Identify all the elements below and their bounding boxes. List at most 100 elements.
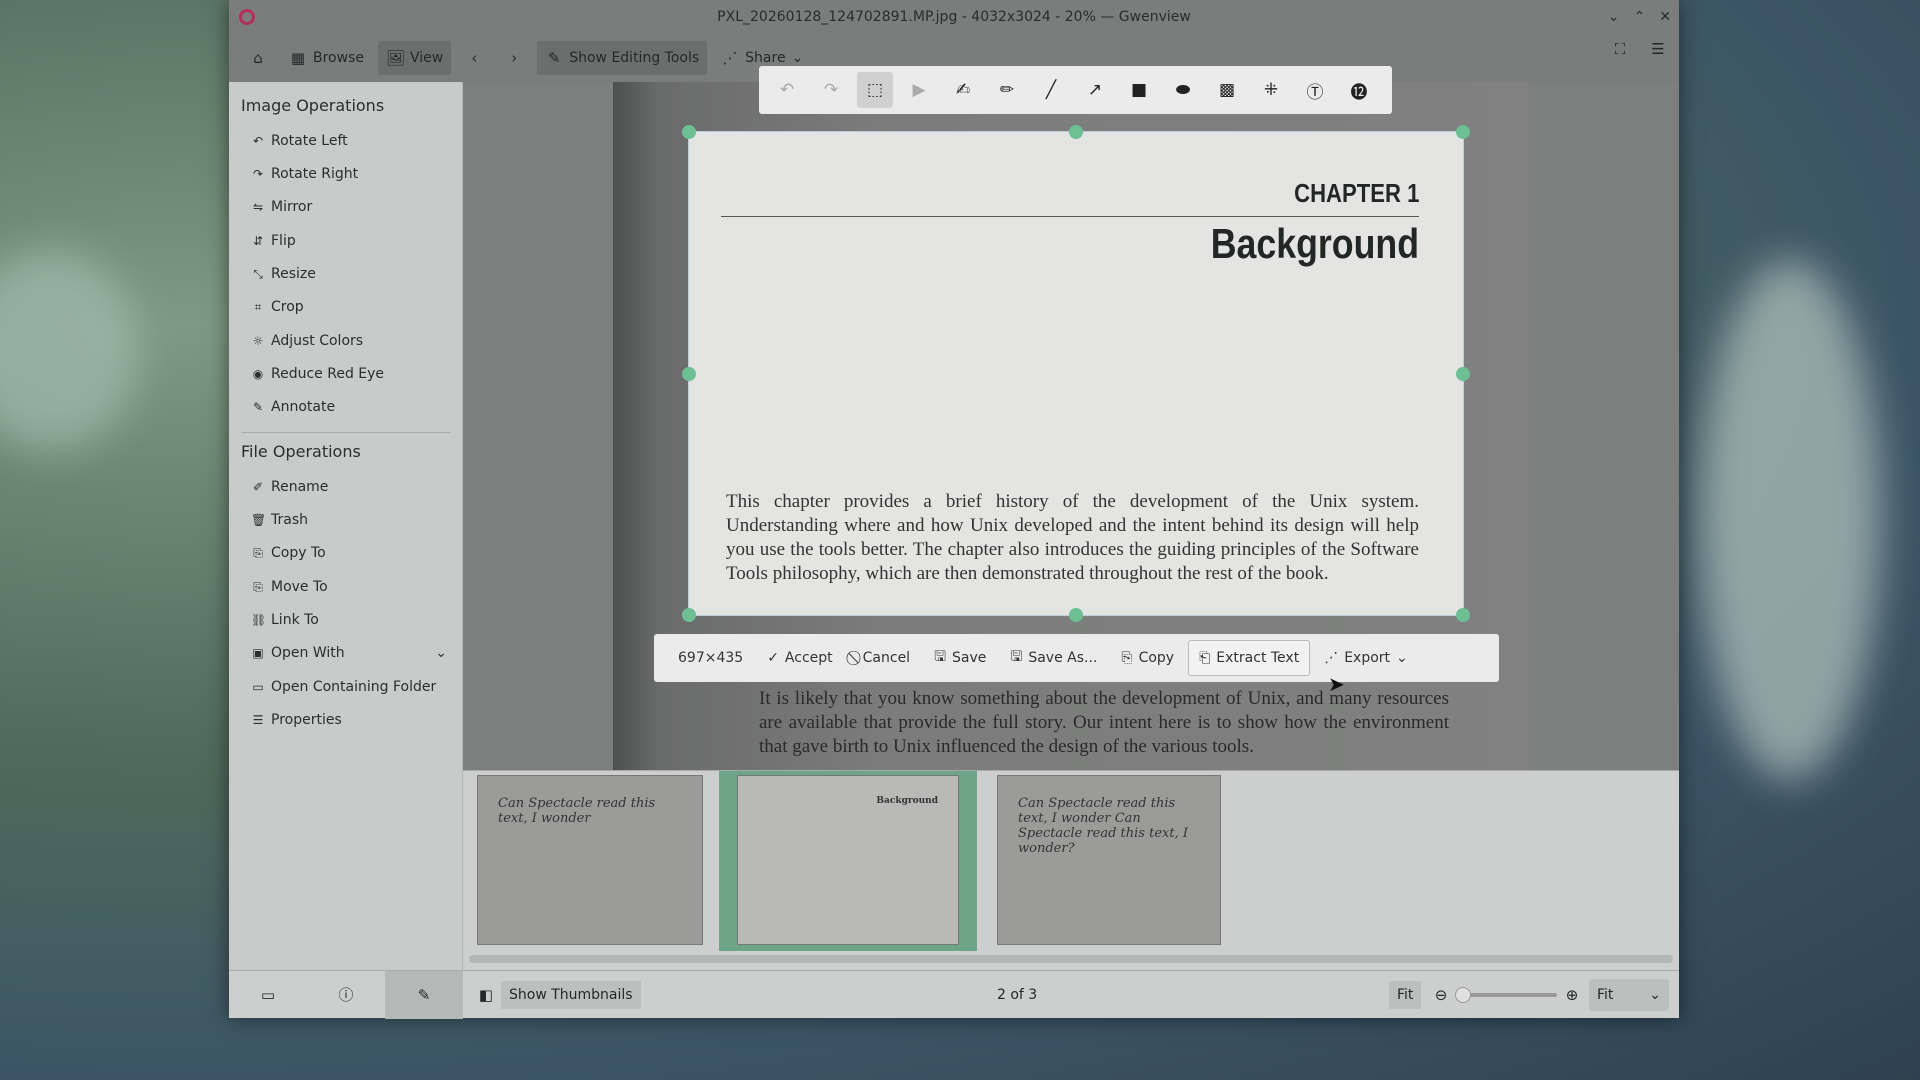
hamburger-menu-icon[interactable]: ☰ [1649, 40, 1667, 58]
browse-button[interactable]: ▦ Browse [281, 41, 372, 75]
fullscreen-icon[interactable]: ⛶ [1611, 40, 1629, 58]
folder-icon: ▭ [251, 678, 265, 696]
sidebar-item-mirror[interactable]: ⇋Mirror [251, 198, 312, 216]
copy-icon: ⎘ [1121, 650, 1132, 666]
show-thumbnails-button[interactable]: ◧Show Thumbnails [469, 978, 649, 1012]
status-bar: ▭ ⓘ ✎ ◧Show Thumbnails 2 of 3 Fit ⊖ ⊕ Fi… [229, 970, 1679, 1018]
sidebar-item-copy-to[interactable]: ⎘Copy To [251, 544, 326, 562]
arrow-tool-button[interactable]: ↗ [1077, 72, 1113, 108]
crop-handle[interactable] [682, 367, 696, 381]
number-tool-button[interactable]: ⓬ [1341, 72, 1377, 108]
copy-button[interactable]: ⎘Copy [1111, 640, 1184, 676]
sidebar: Image Operations ↶Rotate Left ↷Rotate Ri… [229, 82, 463, 970]
maximize-button[interactable]: ⌃ [1634, 0, 1646, 34]
next-button[interactable]: › [497, 41, 531, 75]
thumbnail-text: Can Spectacle read this text, I wonder [498, 796, 655, 826]
close-button[interactable]: ✕ [1659, 0, 1671, 34]
crop-handle[interactable] [1456, 608, 1470, 622]
item-label: Annotate [271, 399, 335, 415]
thumbnail-scrollbar[interactable] [469, 955, 1673, 963]
save-button[interactable]: 🖫Save [924, 640, 996, 676]
arrow-icon: ↗ [1088, 80, 1102, 100]
crop-tool-button[interactable]: ⬚ [857, 72, 893, 108]
sidebar-item-reduce-red-eye[interactable]: ◉Reduce Red Eye [251, 365, 384, 383]
browse-label: Browse [313, 50, 364, 66]
item-label: Adjust Colors [271, 333, 363, 349]
pencil-icon: ✎ [415, 986, 433, 1004]
sidebar-item-flip[interactable]: ⇵ Flip [251, 232, 296, 250]
ellipse-tool-button[interactable]: ⬬ [1165, 72, 1201, 108]
crop-icon: ⌗ [251, 298, 265, 316]
thumbnail[interactable]: Can Spectacle read this text, I wonder [477, 775, 703, 945]
flip-icon: ⇵ [251, 232, 265, 250]
sidebar-item-open-containing-folder[interactable]: ▭Open Containing Folder [251, 678, 436, 696]
freehand-tool-button[interactable]: ✍ [945, 72, 981, 108]
sidebar-item-open-with[interactable]: ▣Open With⌄ [251, 644, 447, 662]
highlighter-tool-button[interactable]: ✏ [989, 72, 1025, 108]
zoom-slider[interactable] [1461, 993, 1557, 997]
grid-icon: ▦ [289, 49, 307, 67]
sidebar-item-rotate-right[interactable]: ↷Rotate Right [251, 165, 358, 183]
crop-handle[interactable] [1069, 125, 1083, 139]
line-tool-button[interactable]: ╱ [1033, 72, 1069, 108]
save-as-button[interactable]: 🖫Save As... [1000, 640, 1107, 676]
thumbnail-selected[interactable]: Background [719, 771, 977, 951]
edit-button[interactable]: ✎ [385, 971, 463, 1019]
pixelate-tool-button[interactable]: ▩ [1209, 72, 1245, 108]
fit-button[interactable]: Fit [1389, 981, 1421, 1009]
item-label: Open With [271, 645, 345, 661]
thumbnail[interactable]: Can Spectacle read this text, I wonder C… [997, 775, 1221, 945]
text-tool-button[interactable]: Ⓣ [1297, 72, 1333, 108]
pixelate-icon: ▩ [1219, 80, 1235, 100]
undo-icon: ↶ [780, 80, 794, 100]
export-label: Export [1344, 650, 1390, 666]
accept-button[interactable]: ✓Accept [757, 640, 842, 676]
minimize-button[interactable]: ⌄ [1608, 0, 1620, 34]
sidebar-item-rotate-left[interactable]: ↶Rotate Left [251, 132, 348, 150]
crop-selection[interactable]: CHAPTER 1 Background This chapter provid… [688, 131, 1464, 616]
export-button[interactable]: ⋰Export⌄ [1314, 640, 1418, 676]
window-title: PXL_20260128_124702891.MP.jpg - 4032x302… [717, 9, 1191, 25]
share-icon: ⋰ [1324, 650, 1338, 666]
crop-handle[interactable] [1456, 367, 1470, 381]
redo-button[interactable]: ↷ [813, 72, 849, 108]
item-label: Flip [271, 233, 296, 249]
sidebar-item-rename[interactable]: ✐Rename [251, 478, 328, 496]
show-editing-tools-button[interactable]: ✎Show Editing Tools [537, 41, 707, 75]
sidebar-item-resize[interactable]: ⤡Resize [251, 265, 316, 283]
view-button[interactable]: 🖼View [378, 41, 451, 75]
crop-handle[interactable] [1456, 125, 1470, 139]
sidebar-item-crop[interactable]: ⌗Crop [251, 298, 304, 316]
browse-folder-button[interactable]: ▭ [229, 971, 307, 1019]
move-icon: ⎘ [251, 578, 265, 596]
info-button[interactable]: ⓘ [307, 971, 385, 1019]
sidebar-item-trash[interactable]: 🗑Trash [251, 511, 308, 529]
previous-button[interactable]: ‹ [457, 41, 491, 75]
zoom-in-icon[interactable]: ⊕ [1563, 986, 1581, 1004]
sidebar-icon: ◧ [477, 986, 495, 1004]
view-label: View [410, 50, 443, 66]
home-button[interactable]: ⌂ [241, 41, 275, 75]
zoom-out-icon[interactable]: ⊖ [1432, 986, 1450, 1004]
blur-tool-button[interactable]: ⁜ [1253, 72, 1289, 108]
undo-button[interactable]: ↶ [769, 72, 805, 108]
item-label: Resize [271, 266, 316, 282]
zoom-select[interactable]: Fit⌄ [1589, 979, 1669, 1011]
app-logo-icon [239, 9, 255, 25]
rectangle-tool-button[interactable]: ■ [1121, 72, 1157, 108]
document-paragraph: This chapter provides a brief history of… [726, 490, 1419, 586]
crop-handle[interactable] [1069, 608, 1083, 622]
sidebar-item-adjust-colors[interactable]: ☼Adjust Colors [251, 332, 363, 350]
crop-handle[interactable] [682, 608, 696, 622]
select-tool-button[interactable]: ▶ [901, 72, 937, 108]
sidebar-item-properties[interactable]: ☰Properties [251, 711, 342, 729]
sidebar-item-move-to[interactable]: ⎘Move To [251, 578, 328, 596]
sidebar-item-annotate[interactable]: ✎Annotate [251, 398, 335, 416]
cancel-button[interactable]: ⃠Cancel [847, 640, 920, 676]
extract-text-button[interactable]: ⎗Extract Text [1188, 640, 1310, 676]
crop-handle[interactable] [682, 125, 696, 139]
rectangle-icon: ■ [1131, 80, 1147, 100]
number-icon: ⓬ [1351, 78, 1368, 103]
sidebar-item-link-to[interactable]: ⛓Link To [251, 611, 319, 629]
zoom-slider-handle[interactable] [1455, 987, 1471, 1003]
